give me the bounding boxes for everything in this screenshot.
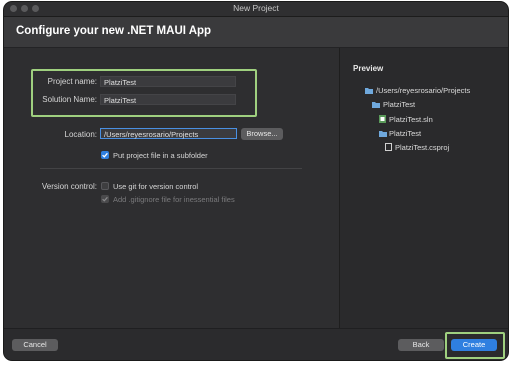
git-label: Use git for version control <box>113 182 199 191</box>
project-name-label: Project name: <box>47 77 97 86</box>
project-name-input[interactable]: PlatziTest <box>100 76 236 87</box>
solution-file-icon <box>379 115 386 123</box>
window-title: New Project <box>233 3 279 13</box>
section-divider <box>40 168 302 169</box>
browse-button[interactable]: Browse... <box>241 128 283 140</box>
checkmark-icon <box>102 196 108 202</box>
tree-item-sln: PlatziTest.sln <box>389 115 433 124</box>
back-button[interactable]: Back <box>398 339 444 351</box>
create-button[interactable]: Create <box>451 339 497 351</box>
git-checkbox[interactable] <box>101 182 109 190</box>
preview-pane: Preview /Users/reyesrosario/Projects Pla… <box>339 48 508 328</box>
folder-icon <box>379 131 387 137</box>
folder-icon <box>365 88 373 94</box>
subfolder-label: Put project file in a subfolder <box>113 151 208 160</box>
dialog-footer: Cancel Back Create <box>4 328 508 360</box>
title-bar: New Project <box>4 2 508 17</box>
tree-item-csproj: PlatziTest.csproj <box>395 143 450 152</box>
location-input[interactable]: /Users/reyesrosario/Projects <box>100 128 237 139</box>
preview-heading: Preview <box>353 64 384 73</box>
solution-name-label: Solution Name: <box>42 95 97 104</box>
tree-item-project-folder: PlatziTest <box>389 129 422 138</box>
project-file-icon <box>385 143 392 151</box>
gitignore-label: Add .gitignore file for inessential file… <box>113 195 235 204</box>
version-control-label: Version control: <box>41 182 97 191</box>
checkmark-icon <box>102 152 108 158</box>
page-title: Configure your new .NET MAUI App <box>16 25 212 37</box>
folder-icon <box>372 102 380 108</box>
gitignore-checkbox[interactable] <box>101 195 109 203</box>
new-project-window: New Project Configure your new .NET MAUI… <box>4 2 508 360</box>
dialog-header: Configure your new .NET MAUI App <box>4 17 508 48</box>
solution-name-input[interactable]: PlatziTest <box>100 94 236 105</box>
subfolder-checkbox[interactable] <box>101 151 109 159</box>
tree-item-solution-folder: PlatziTest <box>383 100 416 109</box>
location-label: Location: <box>64 130 97 139</box>
cancel-button[interactable]: Cancel <box>12 339 58 351</box>
tree-item-root: /Users/reyesrosario/Projects <box>376 86 471 95</box>
